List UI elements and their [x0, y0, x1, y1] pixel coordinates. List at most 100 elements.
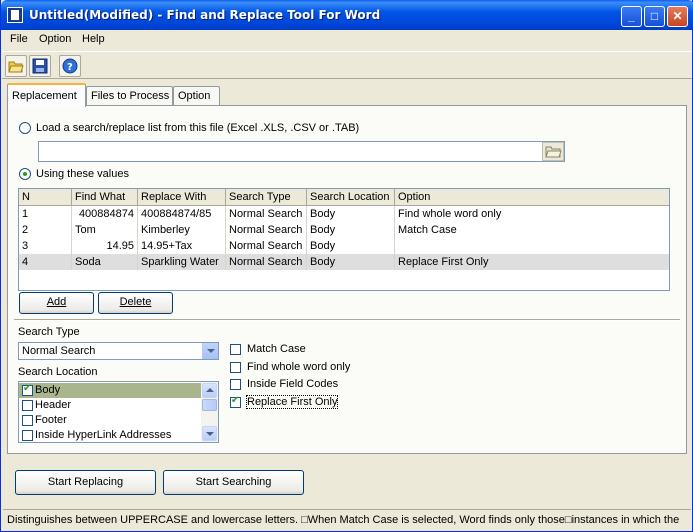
col-search-type-header[interactable]: Search Type [226, 189, 307, 205]
table-row[interactable]: 3 14.95 14.95+Tax Normal Search Body [19, 238, 669, 254]
save-disk-icon [32, 58, 48, 74]
whole-word-checkbox[interactable] [230, 362, 241, 373]
status-bar: Distinguishes between UPPERCASE and lowe… [3, 509, 691, 529]
col-replace-header[interactable]: Replace With [138, 189, 226, 205]
replacement-panel: Load a search/replace list from this fil… [7, 105, 687, 454]
search-type-label: Search Type [18, 326, 80, 338]
footer-checkbox[interactable] [22, 415, 33, 426]
cell-replace: 14.95+Tax [138, 238, 226, 254]
open-button[interactable] [5, 55, 27, 77]
help-button[interactable]: ? [59, 55, 81, 77]
scroll-up-icon[interactable] [202, 383, 217, 398]
search-location-list[interactable]: Body Header Footer Inside HyperLink Addr… [18, 381, 219, 443]
action-bar: Start Replacing Start Searching [1, 456, 693, 506]
using-values-label: Using these values [36, 168, 129, 180]
list-item-header[interactable]: Header [19, 398, 201, 413]
browse-file-button[interactable] [542, 142, 564, 161]
cell-n: 2 [19, 222, 72, 238]
minimize-icon: _ [628, 9, 635, 23]
load-file-radio[interactable] [19, 122, 31, 134]
search-type-value: Normal Search [22, 345, 96, 357]
header-checkbox[interactable] [22, 400, 33, 411]
chevron-down-icon[interactable] [202, 343, 218, 359]
cell-option: Match Case [398, 224, 457, 236]
cell-find: 400884874 [72, 206, 138, 222]
grid-header: N Find What Replace With Search Type Sea… [19, 189, 669, 206]
list-item-hyperlink[interactable]: Inside HyperLink Addresses [19, 428, 201, 442]
body-checkbox[interactable] [22, 383, 33, 396]
replace-first-label: Replace First Only [245, 395, 339, 409]
list-item-label: Header [35, 399, 72, 411]
location-scrollbar[interactable] [201, 382, 218, 442]
add-button[interactable]: Add [19, 292, 94, 314]
cell-search-location: Body [307, 238, 395, 254]
cell-search-type: Normal Search [226, 254, 307, 270]
col-option-header[interactable]: Option [395, 189, 669, 205]
cell-search-type: Normal Search [226, 222, 307, 238]
delete-button-label: Delete [119, 296, 152, 308]
close-button[interactable]: ✕ [667, 6, 688, 27]
list-item-footer[interactable]: Footer [19, 413, 201, 428]
app-icon [7, 7, 23, 23]
help-icon: ? [62, 58, 78, 74]
cell-search-type: Normal Search [226, 238, 307, 254]
search-location-label: Search Location [18, 366, 98, 378]
cell-find: 14.95 [72, 238, 138, 254]
cell-replace: Kimberley [138, 222, 226, 238]
start-replacing-button[interactable]: Start Replacing [15, 470, 156, 495]
toolbar: ? [2, 51, 692, 79]
cell-find: Tom [72, 222, 138, 238]
field-codes-label: Inside Field Codes [247, 378, 339, 390]
svg-text:?: ? [67, 62, 73, 73]
list-item-label: Body [35, 384, 61, 396]
cell-n: 1 [19, 206, 72, 222]
table-row[interactable]: 2 Tom Kimberley Normal Search Body Match… [19, 222, 669, 238]
tab-option[interactable]: Option [173, 86, 220, 106]
scroll-down-icon[interactable] [202, 426, 217, 441]
replace-first-checkbox[interactable] [230, 395, 241, 408]
match-case-checkbox[interactable] [230, 344, 241, 355]
search-type-select[interactable]: Normal Search [18, 342, 219, 360]
menu-option[interactable]: Option [39, 33, 71, 45]
cell-find: Soda [72, 254, 138, 270]
col-search-location-header[interactable]: Search Location [307, 189, 395, 205]
list-item-label: Footer [35, 414, 67, 426]
start-searching-button[interactable]: Start Searching [163, 470, 304, 495]
cell-n: 3 [19, 238, 72, 254]
table-row[interactable]: 4 Soda Sparkling Water Normal Search Bod… [19, 254, 669, 270]
maximize-button[interactable]: □ [644, 6, 665, 27]
using-values-radio[interactable] [19, 168, 31, 180]
file-path-input[interactable] [38, 141, 565, 162]
list-item-body[interactable]: Body [19, 383, 201, 398]
save-button[interactable] [29, 55, 51, 77]
close-icon: ✕ [672, 9, 683, 23]
cell-replace: Sparkling Water [138, 254, 226, 270]
cell-option: Replace First Only [398, 256, 489, 268]
add-button-label: Add [46, 296, 67, 308]
cell-search-location: Body [307, 254, 395, 270]
menu-file[interactable]: File [10, 33, 28, 45]
cell-option: Find whole word only [398, 208, 502, 220]
title-bar[interactable]: Untitled(Modified) - Find and Replace To… [1, 0, 693, 30]
hyperlink-checkbox[interactable] [22, 430, 33, 441]
open-folder-icon [545, 146, 562, 158]
match-case-label: Match Case [247, 343, 306, 355]
col-n-header[interactable]: N [19, 189, 72, 205]
window-title: Untitled(Modified) - Find and Replace To… [29, 8, 381, 22]
scroll-thumb[interactable] [202, 399, 217, 411]
cell-option [395, 238, 669, 254]
minimize-button[interactable]: _ [621, 6, 642, 27]
menu-help[interactable]: Help [82, 33, 105, 45]
col-find-header[interactable]: Find What [72, 189, 138, 205]
delete-button[interactable]: Delete [98, 292, 173, 314]
maximize-icon: □ [650, 9, 659, 23]
list-item-label: Inside HyperLink Addresses [35, 429, 172, 441]
tab-replacement[interactable]: Replacement [7, 83, 86, 107]
tab-files-to-process[interactable]: Files to Process [86, 86, 173, 106]
field-codes-checkbox[interactable] [230, 379, 241, 390]
cell-replace: 400884874/85 [138, 206, 226, 222]
open-folder-icon [8, 61, 24, 73]
table-row[interactable]: 1 400884874 400884874/85 Normal Search B… [19, 206, 669, 222]
replacement-grid[interactable]: N Find What Replace With Search Type Sea… [18, 188, 670, 291]
whole-word-label: Find whole word only [247, 361, 351, 373]
